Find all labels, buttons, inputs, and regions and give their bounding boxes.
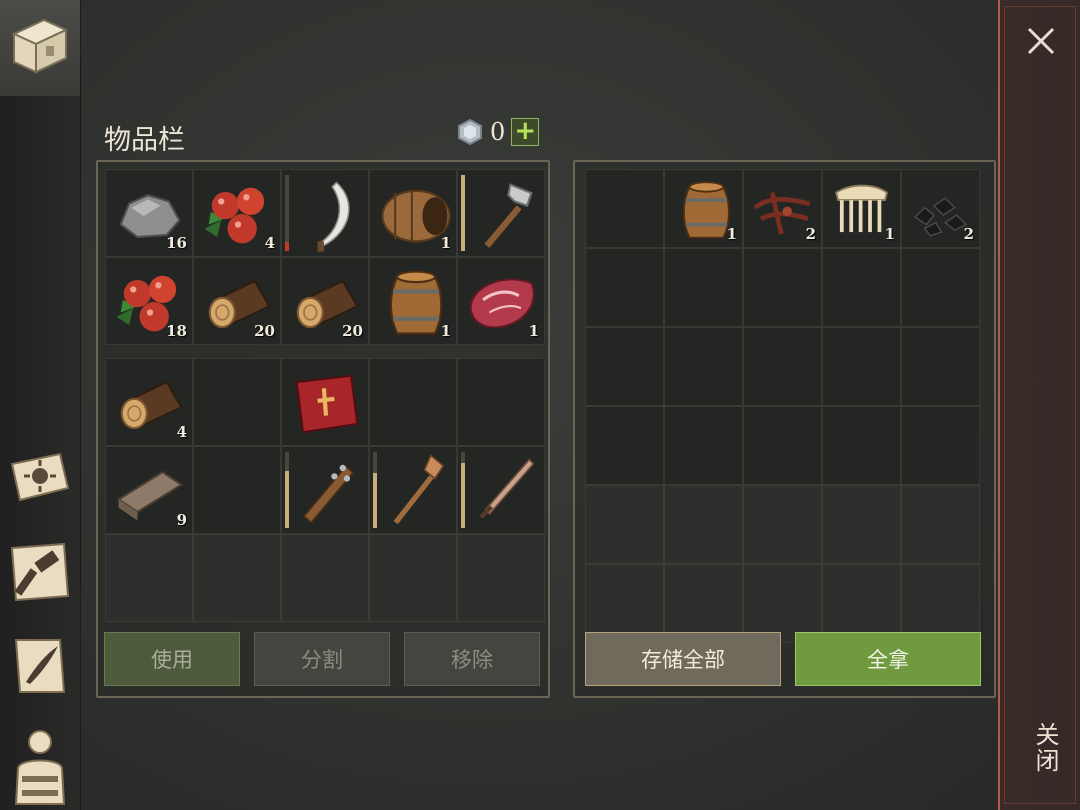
inventory-slot-coal[interactable]: 2 xyxy=(901,169,980,248)
inventory-slot-empty[interactable] xyxy=(664,406,743,485)
book-icon xyxy=(295,374,359,434)
inventory-slot-empty[interactable] xyxy=(585,485,664,564)
character-icon xyxy=(14,730,66,805)
inventory-slot-empty[interactable] xyxy=(822,485,901,564)
spiked-club-icon xyxy=(302,464,355,524)
inventory-slot-empty[interactable] xyxy=(193,534,281,622)
inventory-slot-sickle[interactable] xyxy=(281,169,369,257)
add-currency-button[interactable]: + xyxy=(511,118,540,146)
inventory-slot-empty[interactable] xyxy=(822,327,901,406)
inventory-slot-book[interactable] xyxy=(281,358,369,446)
inventory-slot-empty[interactable] xyxy=(585,248,664,327)
inventory-slot-empty[interactable] xyxy=(457,358,545,446)
inventory-slot-barrel[interactable]: 1 xyxy=(369,257,457,345)
inventory-slot-berries[interactable]: 18 xyxy=(105,257,193,345)
take-all-button[interactable]: 全拿 xyxy=(795,632,981,686)
inventory-slot-empty[interactable] xyxy=(743,485,822,564)
shovel-icon xyxy=(393,454,445,525)
item-count: 20 xyxy=(254,322,275,340)
crafting-tab[interactable] xyxy=(6,538,74,606)
inventory-slot-stone[interactable]: 16 xyxy=(105,169,193,257)
storage-grid: 1 2 1 2 xyxy=(585,169,980,643)
inventory-slot-empty[interactable] xyxy=(901,406,980,485)
inventory-slot-empty[interactable] xyxy=(822,248,901,327)
inventory-slot-empty[interactable] xyxy=(664,327,743,406)
inventory-slot-empty[interactable] xyxy=(743,327,822,406)
inventory-slot-empty[interactable] xyxy=(585,169,664,248)
inventory-grid-top: 16 4 1 18 20 20 1 1 xyxy=(105,169,545,345)
currency-value: 0 xyxy=(490,118,506,146)
inventory-slot-empty[interactable] xyxy=(743,248,822,327)
item-count: 2 xyxy=(963,225,974,243)
inventory-slot-empty[interactable] xyxy=(369,358,457,446)
currency-display: 0 + xyxy=(456,118,540,146)
inventory-slot-shovel[interactable] xyxy=(369,446,457,534)
inventory-slot-empty[interactable] xyxy=(105,534,193,622)
item-count: 1 xyxy=(884,225,895,243)
side-nav xyxy=(0,0,81,810)
item-count: 18 xyxy=(166,322,187,340)
item-count: 1 xyxy=(528,322,539,340)
hammer-scroll-icon xyxy=(10,542,70,602)
sickle-icon xyxy=(317,181,350,252)
item-count: 20 xyxy=(342,322,363,340)
inventory-slot-log[interactable]: 4 xyxy=(105,358,193,446)
item-count: 16 xyxy=(166,234,187,252)
inventory-slot-empty[interactable] xyxy=(822,406,901,485)
stone-hammer-icon xyxy=(484,183,533,248)
inventory-slot-empty[interactable] xyxy=(193,358,281,446)
item-count: 4 xyxy=(264,234,275,252)
use-button[interactable]: 使用 xyxy=(104,632,240,686)
inventory-slot-empty[interactable] xyxy=(664,248,743,327)
close-label: 关闭 xyxy=(1031,722,1059,774)
item-count: 4 xyxy=(176,423,187,441)
chest-tab[interactable] xyxy=(0,0,80,96)
inventory-slot-wood-plank[interactable]: 9 xyxy=(105,446,193,534)
inventory-slot-sword[interactable] xyxy=(457,446,545,534)
store-all-button[interactable]: 存储全部 xyxy=(585,632,781,686)
inventory-slot-barrel[interactable]: 1 xyxy=(664,169,743,248)
inventory-slot-empty[interactable] xyxy=(901,485,980,564)
sun-book-icon xyxy=(10,452,70,502)
close-bar[interactable]: 关闭 xyxy=(998,0,1080,810)
item-count: 1 xyxy=(726,225,737,243)
item-count: 2 xyxy=(805,225,816,243)
inventory-title: 物品栏 xyxy=(104,125,185,156)
skills-tab[interactable] xyxy=(6,444,74,512)
close-icon[interactable] xyxy=(1024,24,1058,58)
inventory-slot-log[interactable]: 20 xyxy=(281,257,369,345)
inventory-slot-roots[interactable]: 2 xyxy=(743,169,822,248)
item-count: 1 xyxy=(440,234,451,252)
quill-scroll-icon xyxy=(14,639,66,693)
close-bar-frame xyxy=(1004,6,1076,804)
inventory-slot-open-barrel[interactable]: 1 xyxy=(369,169,457,257)
inventory-slot-empty[interactable] xyxy=(901,248,980,327)
inventory-grid-bottom: 49 xyxy=(105,358,545,622)
inventory-slot-empty[interactable] xyxy=(585,406,664,485)
journal-tab[interactable] xyxy=(6,632,74,700)
gem-icon xyxy=(458,118,482,146)
inventory-slot-empty[interactable] xyxy=(369,534,457,622)
inventory-slot-stone-hammer[interactable] xyxy=(457,169,545,257)
inventory-slot-empty[interactable] xyxy=(901,327,980,406)
inventory-slot-spiked-club[interactable] xyxy=(281,446,369,534)
item-count: 1 xyxy=(440,322,451,340)
inventory-slot-empty[interactable] xyxy=(193,446,281,534)
inventory-slot-comb[interactable]: 1 xyxy=(822,169,901,248)
character-tab[interactable] xyxy=(6,724,74,806)
inventory-slot-empty[interactable] xyxy=(585,327,664,406)
inventory-slot-empty[interactable] xyxy=(457,534,545,622)
inventory-slot-empty[interactable] xyxy=(743,406,822,485)
remove-button[interactable]: 移除 xyxy=(404,632,540,686)
item-count: 9 xyxy=(176,511,187,529)
inventory-slot-raw-meat[interactable]: 1 xyxy=(457,257,545,345)
inventory-slot-berries[interactable]: 4 xyxy=(193,169,281,257)
chest-icon xyxy=(11,18,69,74)
inventory-slot-empty[interactable] xyxy=(281,534,369,622)
sword-icon xyxy=(479,458,535,519)
inventory-slot-log[interactable]: 20 xyxy=(193,257,281,345)
split-button[interactable]: 分割 xyxy=(254,632,390,686)
inventory-slot-empty[interactable] xyxy=(664,485,743,564)
